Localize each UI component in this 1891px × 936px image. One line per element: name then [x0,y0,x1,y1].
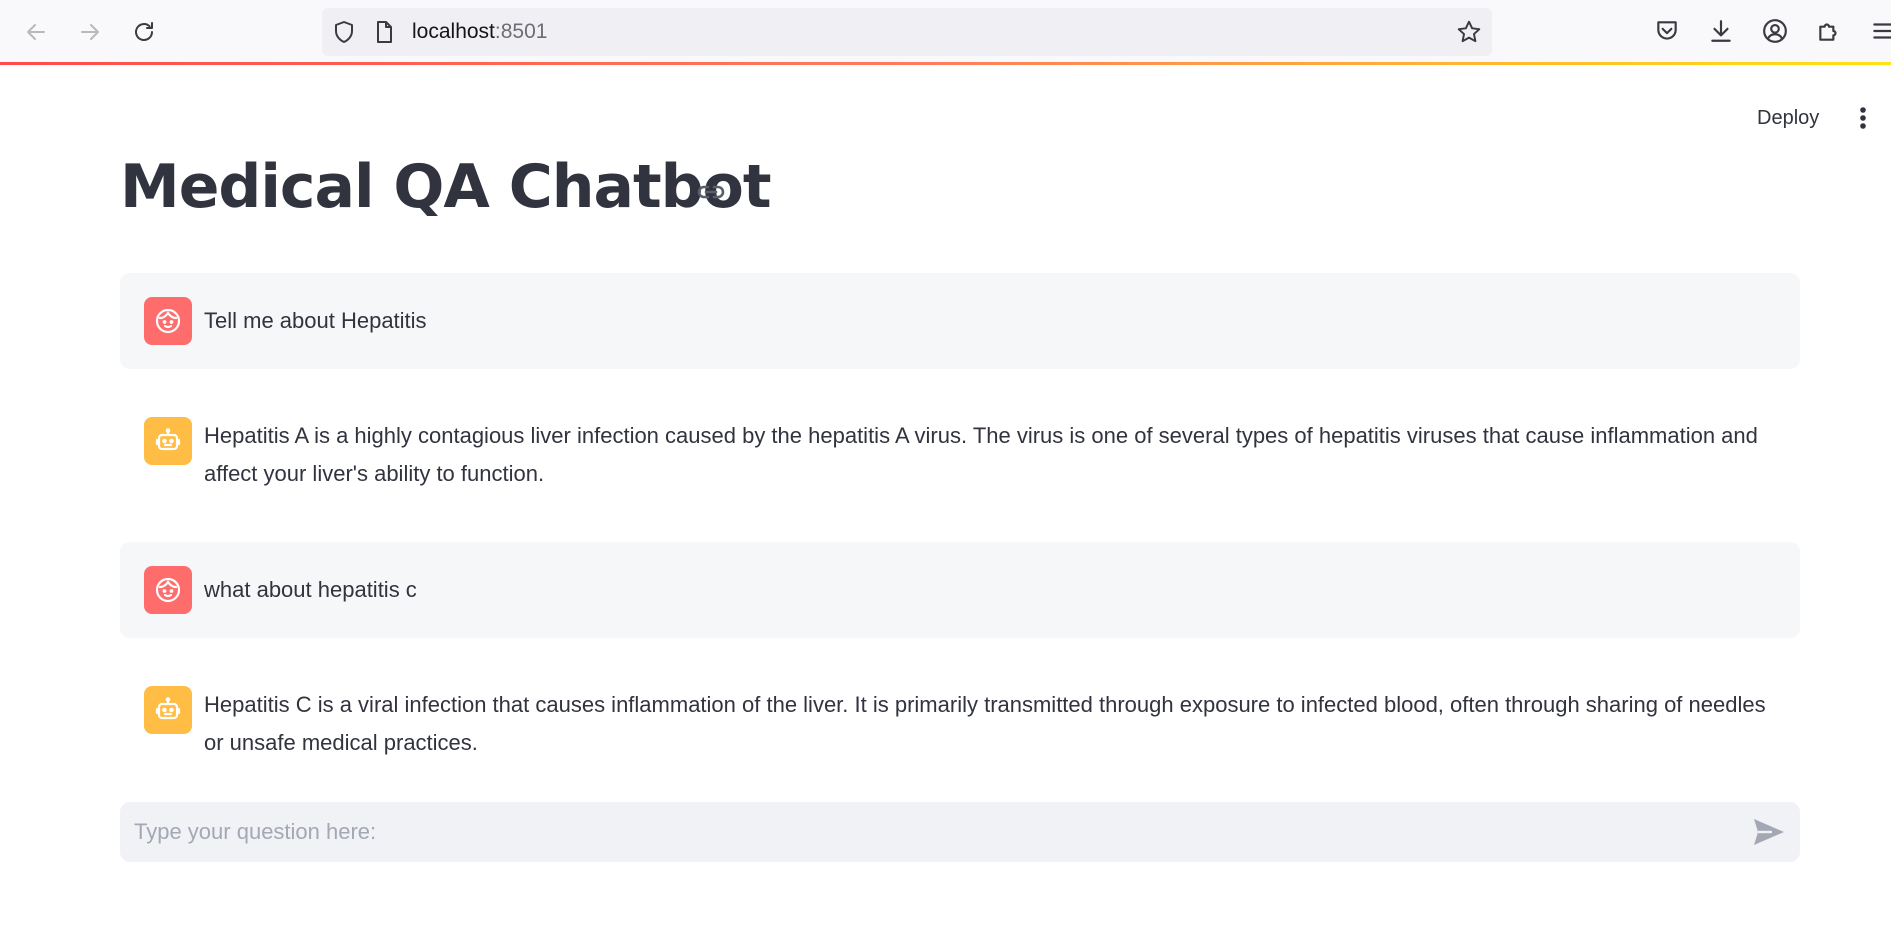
chat-message-assistant: Hepatitis C is a viral infection that ca… [120,678,1800,778]
back-button[interactable] [16,12,56,52]
reload-button[interactable] [124,12,164,52]
puzzle-icon [1819,23,1837,41]
url-host: localhost [412,20,495,43]
reload-icon [135,22,153,41]
page-title: Medical QA Chatbot [120,152,772,222]
chat-message-user: what about hepatitis c [120,542,1800,638]
face-icon [155,308,181,334]
url-port: :8501 [494,20,548,43]
url-text[interactable]: localhost:8501 [412,20,547,44]
account-icon [1763,19,1787,43]
download-icon [1711,20,1731,42]
message-text: what about hepatitis c [204,577,417,602]
app-menu-button[interactable] [1866,14,1891,48]
address-bar[interactable]: localhost:8501 [322,8,1492,56]
pocket-icon [1657,21,1677,40]
message-text: Hepatitis C is a viral infection that ca… [204,692,1766,755]
message-text: Hepatitis A is a highly contagious liver… [204,423,1758,486]
robot-icon [155,697,181,720]
assistant-avatar [144,686,192,734]
user-avatar [144,297,192,345]
chat-input[interactable] [120,802,1800,862]
robot-icon [155,428,181,451]
deploy-button[interactable]: Deploy [1745,102,1831,134]
extensions-button[interactable] [1812,14,1846,48]
forward-button[interactable] [70,12,110,52]
account-button[interactable] [1758,14,1792,48]
message-text: Tell me about Hepatitis [204,308,427,333]
shield-icon[interactable] [332,20,356,44]
arrow-left-icon [27,24,45,40]
arrow-right-icon [81,24,99,40]
hamburger-icon [1873,23,1891,39]
user-avatar [144,566,192,614]
send-icon[interactable] [1752,817,1786,847]
chat-message-assistant: Hepatitis A is a highly contagious liver… [120,409,1800,509]
browser-toolbar: localhost:8501 [0,0,1891,63]
top-accent-line [0,62,1891,65]
more-options-icon[interactable] [1850,102,1876,134]
assistant-avatar [144,417,192,465]
pocket-button[interactable] [1650,14,1684,48]
chat-message-user: Tell me about Hepatitis [120,273,1800,369]
page-icon[interactable] [372,20,396,44]
downloads-button[interactable] [1704,14,1738,48]
bookmark-star-icon[interactable] [1456,19,1482,45]
link-icon[interactable] [695,178,727,206]
face-icon [155,577,181,603]
